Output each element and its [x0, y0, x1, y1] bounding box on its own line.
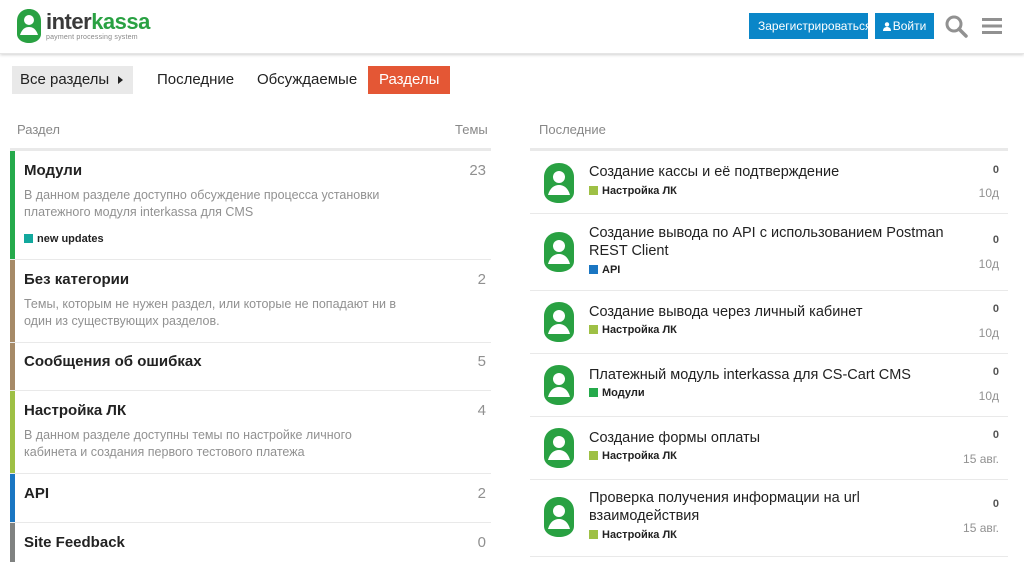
- category-row-api[interactable]: API 2: [10, 474, 491, 523]
- category-color-bar: [10, 343, 15, 390]
- subcategory-link[interactable]: new updates: [24, 233, 104, 245]
- category-title[interactable]: Сообщения об ошибках: [24, 353, 202, 370]
- category-color-square: [589, 530, 598, 539]
- topic-category-badge[interactable]: Настройка ЛК: [589, 529, 677, 541]
- site-header: interkassa payment processing system Зар…: [0, 0, 1024, 54]
- category-title[interactable]: Настройка ЛК: [24, 402, 126, 419]
- topic-category-badge[interactable]: Настройка ЛК: [589, 185, 677, 197]
- category-color-square: [589, 186, 598, 195]
- avatar-icon[interactable]: [543, 301, 575, 343]
- avatar-icon[interactable]: [543, 427, 575, 469]
- category-topic-count: 2: [477, 271, 486, 288]
- nav-latest[interactable]: Последние: [146, 66, 245, 94]
- topic-category-label: Настройка ЛК: [602, 324, 677, 336]
- topic-post-count: 0: [992, 303, 999, 315]
- category-row-site-feedback[interactable]: Site Feedback 0: [10, 523, 491, 562]
- topic-row[interactable]: Создание вывода через личный кабинет Нас…: [530, 291, 1008, 354]
- category-topic-count: 0: [477, 534, 486, 551]
- logo-icon: [17, 9, 41, 43]
- topic-age[interactable]: 10д: [979, 326, 999, 340]
- nav-top[interactable]: Обсуждаемые: [246, 66, 368, 94]
- category-color-square: [589, 325, 598, 334]
- avatar-icon[interactable]: [543, 496, 575, 538]
- category-color-bar: [10, 260, 15, 342]
- login-label: Войти: [892, 19, 927, 33]
- topic-row[interactable]: Платежный модуль interkassa для CS-Cart …: [530, 354, 1008, 417]
- topic-post-count: 0: [992, 429, 999, 441]
- topic-post-count: 0: [992, 498, 999, 510]
- category-color-square: [589, 388, 598, 397]
- category-column-header: Раздел: [17, 122, 60, 137]
- category-color-bar: [10, 151, 15, 259]
- logo-name: interkassa: [46, 9, 150, 34]
- topic-age[interactable]: 10д: [979, 257, 999, 271]
- subcategory-label: new updates: [37, 233, 104, 245]
- topic-category-label: API: [602, 264, 621, 276]
- latest-column-header: Последние: [539, 122, 606, 137]
- topic-age[interactable]: 15 авг.: [963, 452, 999, 466]
- category-title[interactable]: API: [24, 485, 49, 502]
- topic-title[interactable]: Платежный модуль interkassa для CS-Cart …: [589, 366, 959, 384]
- site-logo[interactable]: interkassa payment processing system: [16, 7, 150, 45]
- topic-post-count: 0: [992, 164, 999, 176]
- topic-title[interactable]: Проверка получения информации на url вза…: [589, 489, 959, 525]
- topic-row[interactable]: Проверка получения информации на url вза…: [530, 480, 1008, 557]
- topic-category-label: Настройка ЛК: [602, 529, 677, 541]
- topic-category-badge[interactable]: Настройка ЛК: [589, 324, 677, 336]
- topic-category-label: Модули: [602, 387, 645, 399]
- search-icon[interactable]: [944, 14, 968, 38]
- topic-title[interactable]: Создание кассы и её подтверждение: [589, 163, 959, 181]
- topic-category-badge[interactable]: Настройка ЛК: [589, 450, 677, 462]
- category-description: В данном разделе доступно обсуждение про…: [24, 188, 380, 219]
- category-title[interactable]: Site Feedback: [24, 534, 125, 551]
- category-row-uncategorized[interactable]: Без категории 2 Темы, которым не нужен р…: [10, 260, 491, 343]
- topic-category-badge[interactable]: API: [589, 264, 620, 276]
- category-description: Темы, которым не нужен раздел, или котор…: [24, 297, 397, 328]
- subcategory-color-square: [24, 234, 33, 243]
- category-topic-count: 5: [477, 353, 486, 370]
- caret-right-icon: [118, 76, 123, 84]
- topic-age[interactable]: 10д: [979, 389, 999, 403]
- category-color-square: [589, 451, 598, 460]
- topic-category-badge[interactable]: Модули: [589, 387, 645, 399]
- category-color-bar: [10, 391, 15, 473]
- category-topic-count: 2: [477, 485, 486, 502]
- category-topic-count: 4: [477, 402, 486, 419]
- nav-categories[interactable]: Разделы: [368, 66, 451, 94]
- topic-title[interactable]: Создание вывода по API с использованием …: [589, 224, 959, 260]
- category-topic-count: 23: [469, 162, 486, 179]
- category-row-modules[interactable]: Модули 23 В данном разделе доступно обсу…: [10, 151, 491, 260]
- topic-row[interactable]: Создание вывода по API с использованием …: [530, 214, 1008, 291]
- avatar-icon[interactable]: [543, 364, 575, 406]
- category-color-square: [589, 265, 598, 274]
- category-description: В данном разделе доступны темы по настро…: [24, 428, 352, 459]
- topic-age[interactable]: 15 авг.: [963, 521, 999, 535]
- topic-title[interactable]: Создание формы оплаты: [589, 429, 959, 447]
- category-color-bar: [10, 523, 15, 562]
- topic-title[interactable]: Создание вывода через личный кабинет: [589, 303, 959, 321]
- signup-button[interactable]: Зарегистрироваться: [749, 13, 871, 39]
- category-row-account-setup[interactable]: Настройка ЛК 4 В данном разделе доступны…: [10, 391, 491, 474]
- topic-row[interactable]: Создание кассы и её подтверждение Настро…: [530, 151, 1008, 214]
- hamburger-menu-icon[interactable]: [980, 14, 1004, 38]
- logo-tagline: payment processing system: [46, 34, 138, 41]
- topic-age[interactable]: 10д: [979, 186, 999, 200]
- category-color-bar: [10, 474, 15, 522]
- avatar-icon[interactable]: [543, 231, 575, 273]
- user-icon: [882, 22, 891, 31]
- all-categories-dropdown[interactable]: Все разделы: [12, 66, 133, 94]
- category-title[interactable]: Без категории: [24, 271, 129, 288]
- topic-category-label: Настройка ЛК: [602, 185, 677, 197]
- topic-post-count: 0: [992, 366, 999, 378]
- category-row-bug-reports[interactable]: Сообщения об ошибках 5: [10, 343, 491, 391]
- category-title[interactable]: Модули: [24, 162, 82, 179]
- avatar-icon[interactable]: [543, 162, 575, 204]
- topic-post-count: 0: [992, 234, 999, 246]
- topic-category-label: Настройка ЛК: [602, 450, 677, 462]
- topic-row[interactable]: Создание формы оплаты Настройка ЛК 0 15 …: [530, 417, 1008, 480]
- login-button[interactable]: Войти: [875, 13, 934, 39]
- topics-column-header: Темы: [455, 122, 488, 137]
- all-categories-label: Все разделы: [20, 71, 110, 88]
